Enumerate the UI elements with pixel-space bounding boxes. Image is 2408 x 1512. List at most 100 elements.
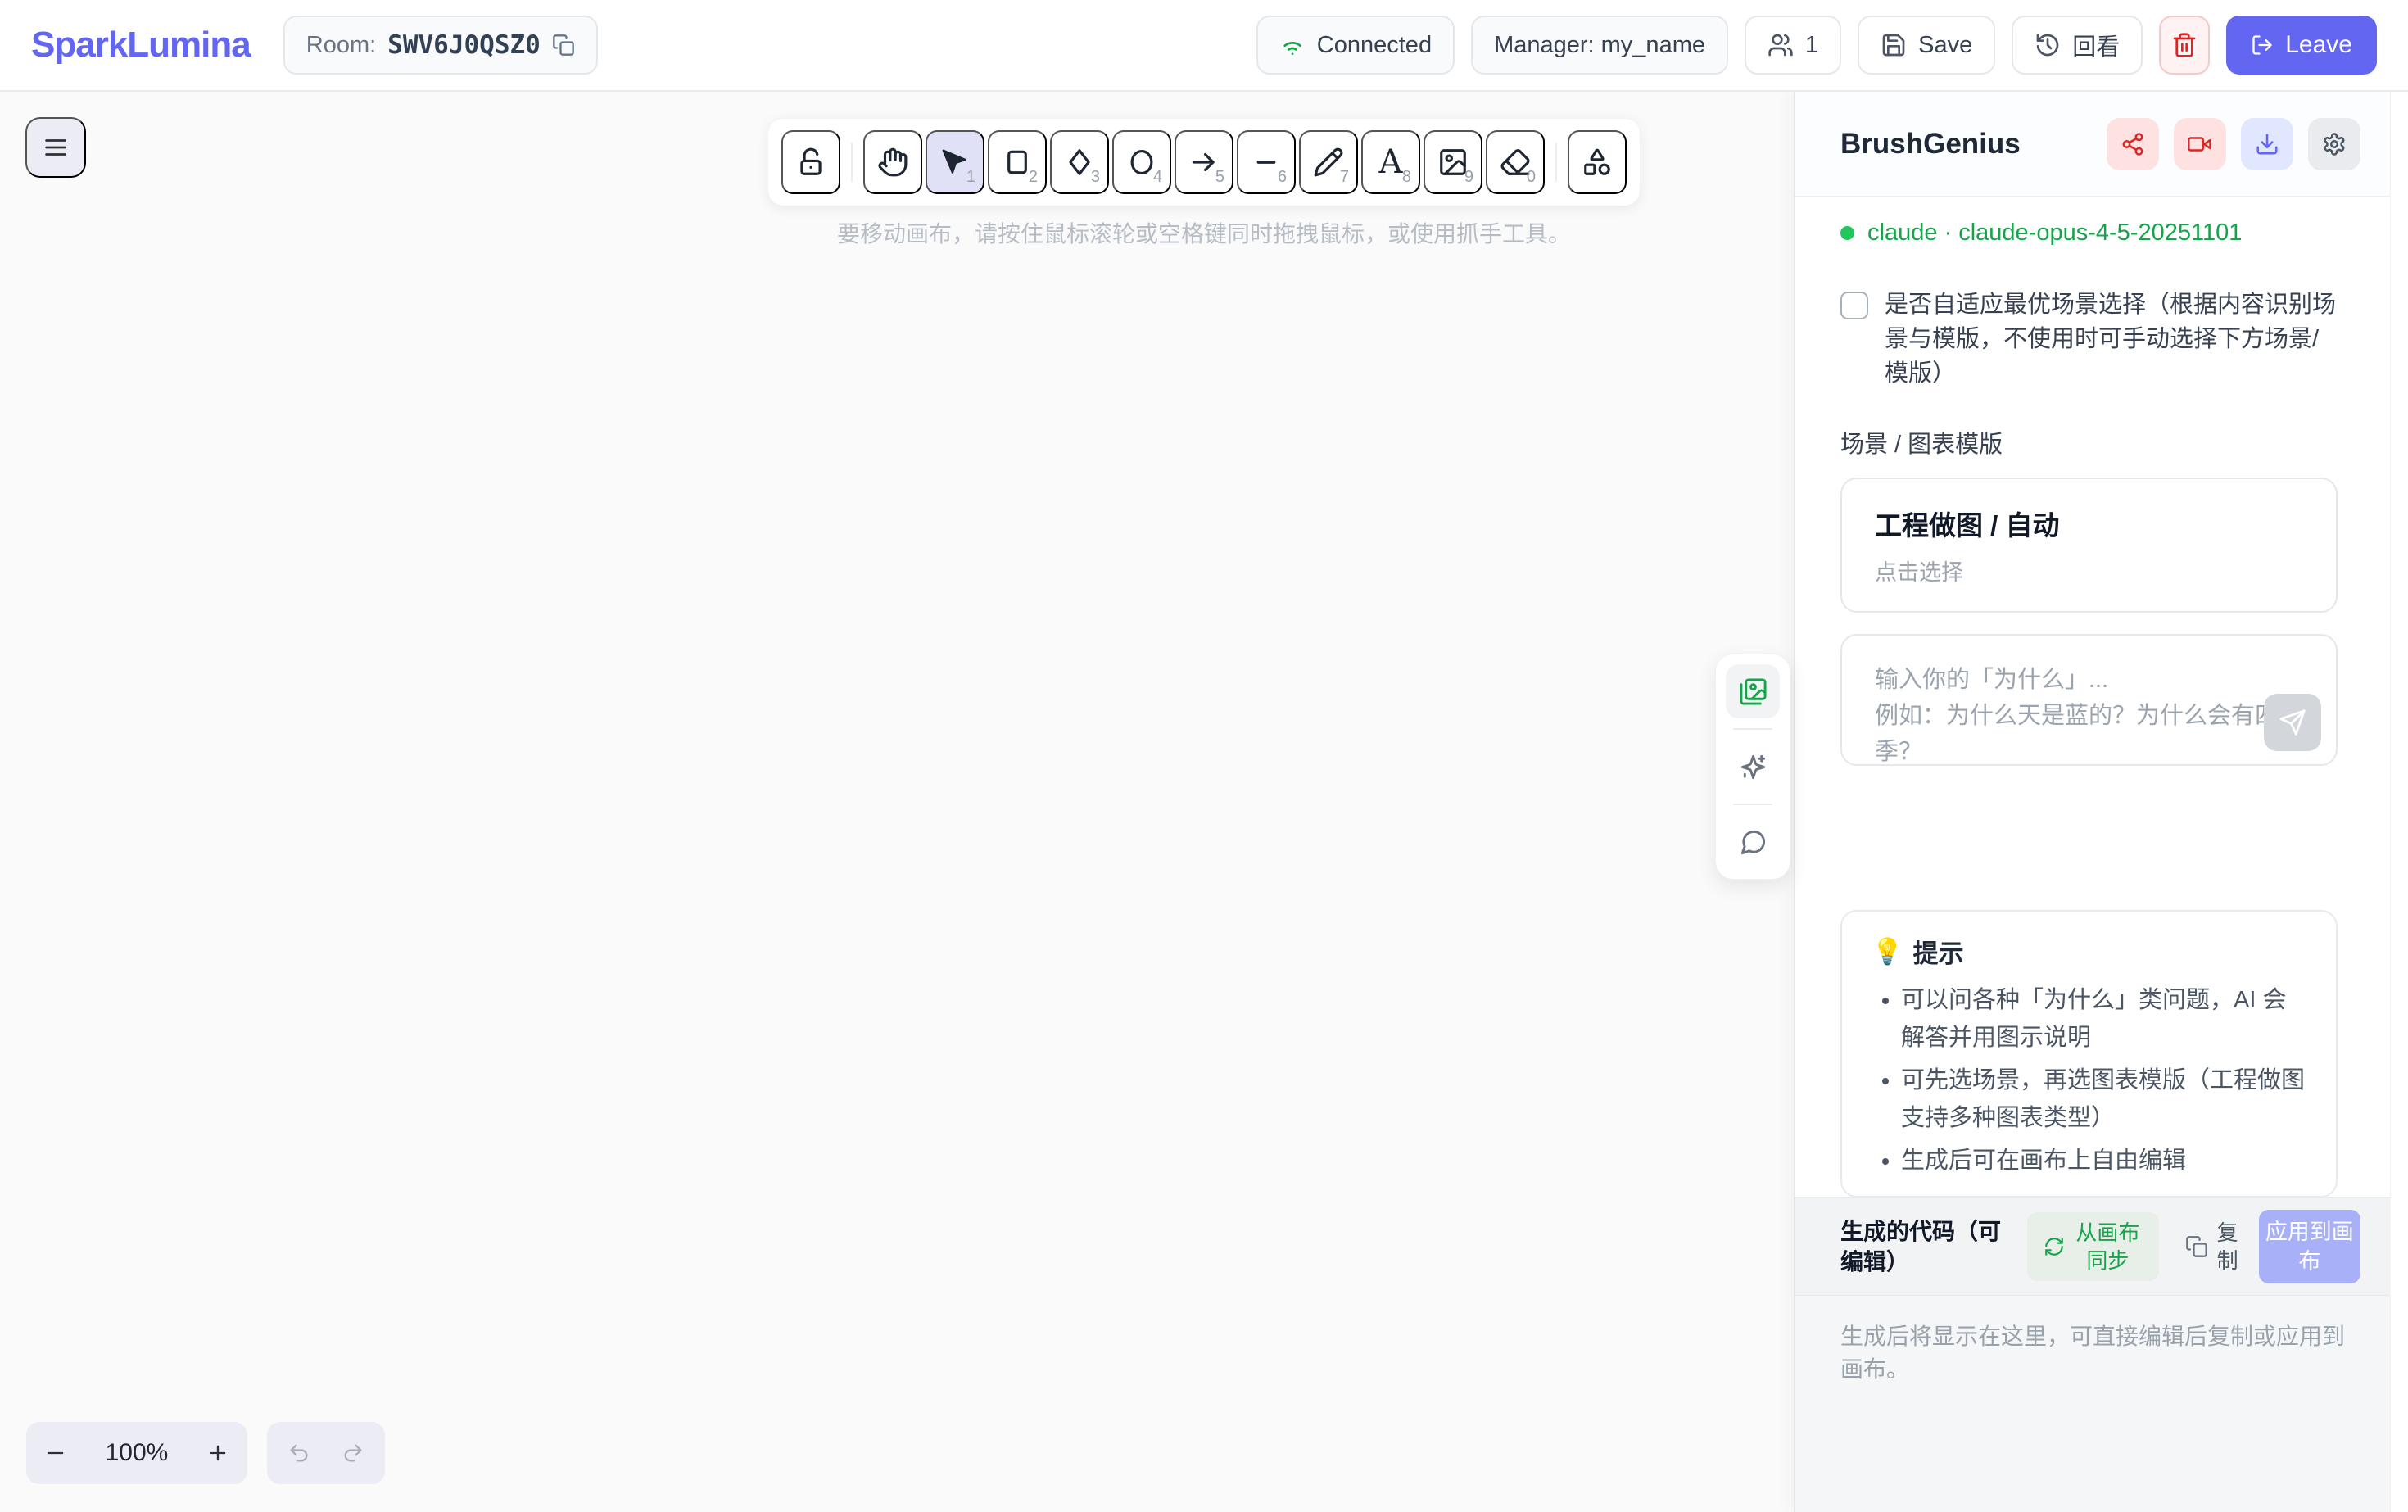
tool-key: 7 (1340, 168, 1349, 187)
tool-arrow[interactable]: 5 (1175, 130, 1233, 194)
generated-code-header: 生成的代码（可编辑） 从画布同步 复制 应用到画布 (1795, 1197, 2390, 1296)
copy-icon (2185, 1235, 2208, 1258)
logout-icon (2251, 34, 2274, 57)
tool-eraser[interactable]: 0 (1486, 130, 1545, 194)
tool-text[interactable]: A 8 (1361, 130, 1420, 194)
online-users-badge[interactable]: 1 (1745, 16, 1841, 75)
tool-diamond[interactable]: 3 (1050, 130, 1109, 194)
tip-item: 可先选场景，再选图表模版（工程做图支持多种图表类型） (1901, 1062, 2306, 1137)
tool-key: 4 (1153, 168, 1162, 187)
prompt-card (1840, 634, 2338, 766)
save-label: Save (1918, 32, 1972, 59)
model-status-row: claude · claude-opus-4-5-20251101 (1840, 220, 2344, 247)
tool-key: 3 (1091, 168, 1100, 187)
tool-ellipse[interactable]: 4 (1112, 130, 1171, 194)
copy-label: 复制 (2216, 1219, 2239, 1274)
tool-lock[interactable] (781, 130, 840, 194)
prompt-input[interactable] (1842, 636, 2336, 764)
hand-icon (877, 147, 908, 178)
save-button[interactable]: Save (1858, 16, 1995, 75)
manager-badge: Manager: my_name (1471, 16, 1728, 75)
tool-key: 1 (966, 168, 975, 187)
scene-template-card[interactable]: 工程做图 / 自动 点击选择 (1840, 478, 2338, 613)
brushgenius-panel: BrushGenius (1794, 92, 2408, 1512)
image-panel-button[interactable] (1726, 664, 1780, 718)
connection-status-badge: Connected (1256, 16, 1455, 75)
drawing-toolbar: 1 2 3 4 5 6 7 (768, 119, 1640, 206)
chat-panel-button[interactable] (1726, 815, 1780, 869)
tool-key: 6 (1278, 168, 1287, 187)
panel-scrollbar-gutter[interactable] (2390, 92, 2408, 1512)
tool-line[interactable]: 6 (1237, 130, 1296, 194)
tool-more-shapes[interactable] (1568, 130, 1627, 194)
leave-label: Leave (2285, 31, 2352, 59)
save-icon (1881, 32, 1907, 58)
redo-icon (342, 1442, 364, 1464)
room-code: SWV6J0QSZ0 (387, 30, 541, 60)
zoom-in-button[interactable] (188, 1422, 247, 1484)
minus-icon (44, 1442, 67, 1464)
zoom-out-button[interactable] (26, 1422, 85, 1484)
tip-item: 生成后可在画布上自由编辑 (1901, 1142, 2306, 1179)
tips-title-row: 💡 提示 (1872, 933, 2306, 970)
toolbar-divider (1555, 143, 1557, 182)
adaptive-checkbox-label[interactable]: 是否自适应最优场景选择（根据内容识别场景与模版，不使用时可手动选择下方场景/模版… (1885, 287, 2338, 391)
scene-template-title: 工程做图 / 自动 (1875, 504, 2303, 543)
copy-code-button[interactable]: 复制 (2185, 1219, 2239, 1274)
plus-icon (206, 1442, 229, 1464)
share-icon (2121, 132, 2145, 156)
share-button[interactable] (2107, 118, 2159, 170)
connection-status-label: Connected (1317, 32, 1432, 59)
sync-from-canvas-button[interactable]: 从画布同步 (2027, 1212, 2159, 1281)
undo-button[interactable] (272, 1422, 326, 1484)
clear-canvas-button[interactable] (2159, 16, 2210, 75)
model-name: claude · claude-opus-4-5-20251101 (1867, 220, 2242, 247)
zoom-controls: 100% (26, 1422, 247, 1484)
settings-button[interactable] (2308, 118, 2360, 170)
apply-to-canvas-button[interactable]: 应用到画布 (2259, 1210, 2360, 1283)
top-bar: SparkLumina Room: SWV6J0QSZ0 Connected M… (0, 0, 2408, 92)
trash-icon (2171, 32, 2198, 58)
download-button[interactable] (2241, 118, 2293, 170)
record-button[interactable] (2174, 118, 2226, 170)
side-toolbar-divider (1733, 728, 1772, 730)
sync-label: 从画布同步 (2073, 1219, 2143, 1274)
text-tool-icon: A (1379, 146, 1403, 179)
generated-code-input[interactable] (1795, 1296, 2390, 1512)
adaptive-checkbox[interactable] (1840, 292, 1868, 319)
sync-icon (2044, 1236, 2065, 1257)
history-controls (267, 1422, 385, 1484)
tool-rectangle[interactable]: 2 (988, 130, 1047, 194)
redo-button[interactable] (326, 1422, 380, 1484)
replay-button[interactable]: 回看 (2012, 16, 2143, 75)
panel-header-actions (2107, 118, 2360, 170)
tool-image[interactable]: 9 (1424, 130, 1482, 194)
tool-key: 2 (1029, 168, 1038, 187)
leave-button[interactable]: Leave (2226, 16, 2377, 75)
lock-open-icon (795, 147, 826, 178)
tool-hand[interactable] (863, 130, 922, 194)
tool-select[interactable]: 1 (926, 130, 984, 194)
video-icon (2188, 132, 2212, 156)
toolbar-divider (851, 143, 853, 182)
main-menu-button[interactable] (25, 117, 86, 178)
tip-item: 可以问各种「为什么」类问题，AI 会解答并用图示说明 (1901, 981, 2306, 1057)
tool-key: 9 (1464, 168, 1473, 187)
tips-title: 提示 (1913, 933, 1964, 970)
adaptive-scene-row: 是否自适应最优场景选择（根据内容识别场景与模版，不使用时可手动选择下方场景/模版… (1840, 287, 2338, 391)
shapes-icon (1582, 147, 1613, 178)
send-button[interactable] (2264, 694, 2321, 751)
panel-title: BrushGenius (1840, 128, 2021, 161)
online-users-count: 1 (1805, 32, 1818, 59)
ai-panel-button[interactable] (1726, 740, 1780, 794)
tool-draw[interactable]: 7 (1299, 130, 1358, 194)
chat-icon (1739, 828, 1768, 857)
app-window: SparkLumina Room: SWV6J0QSZ0 Connected M… (0, 0, 2408, 1512)
wifi-icon (1279, 32, 1306, 58)
sparkles-icon (1739, 753, 1768, 781)
copy-icon[interactable] (552, 34, 575, 57)
images-icon (1739, 677, 1768, 706)
replay-label: 回看 (2072, 28, 2120, 62)
zoom-level[interactable]: 100% (85, 1439, 188, 1467)
undo-icon (287, 1442, 310, 1464)
